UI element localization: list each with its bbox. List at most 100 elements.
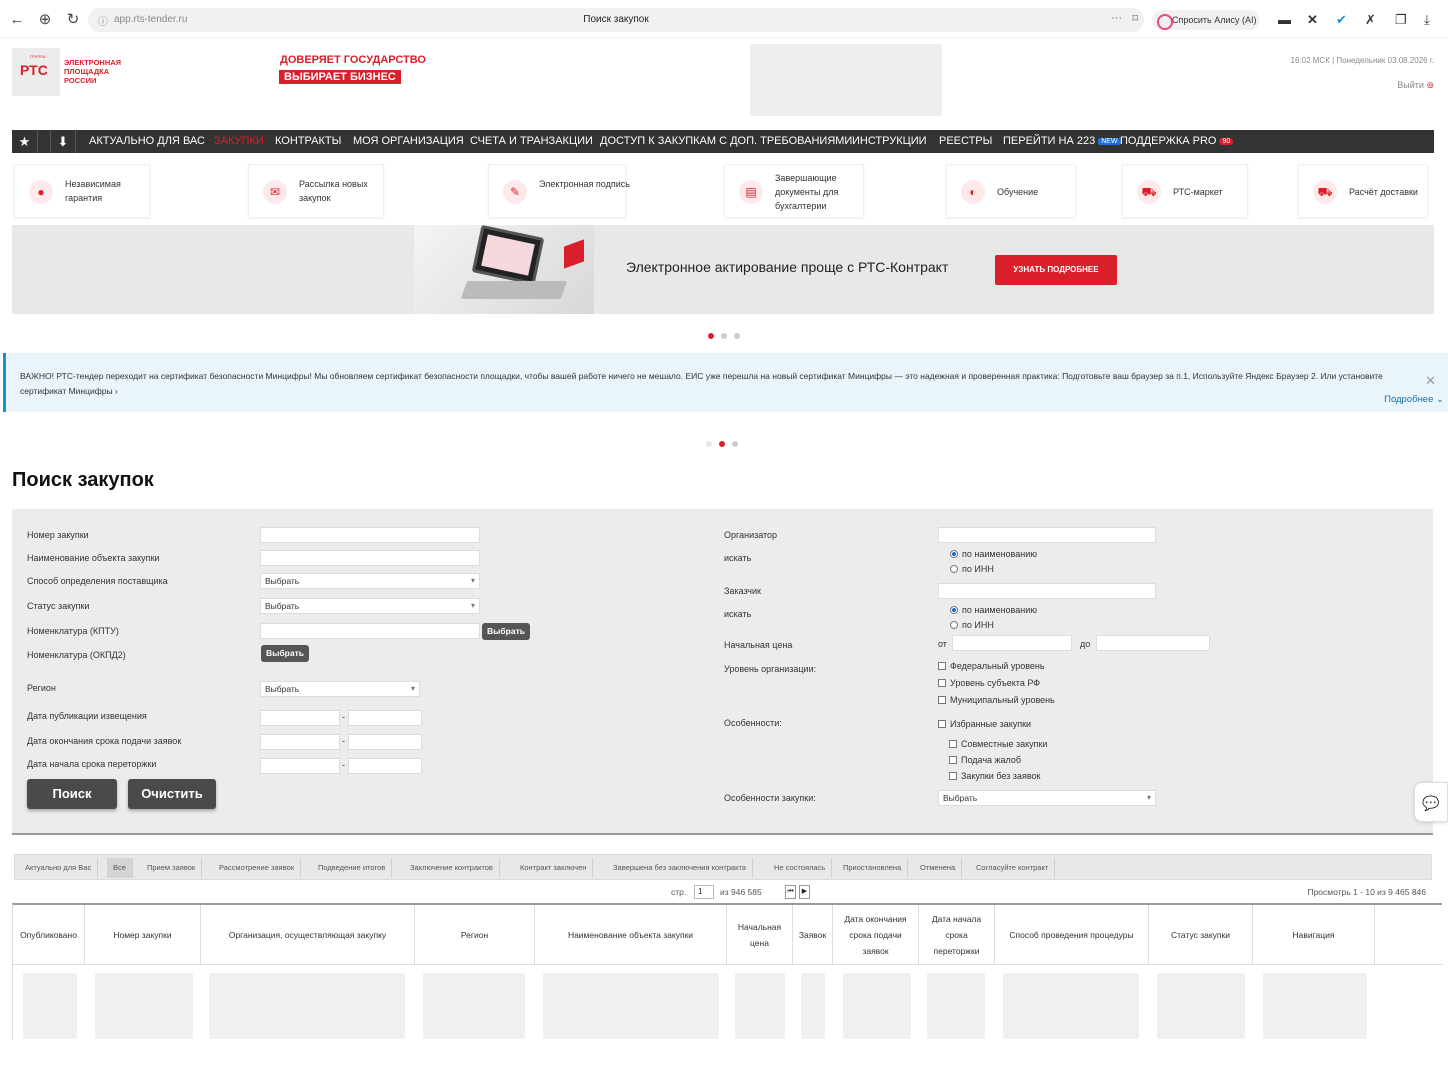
- more-icon[interactable]: ···: [1111, 12, 1122, 24]
- publish-date-from[interactable]: [260, 710, 340, 726]
- download-icon[interactable]: ⤓: [1424, 12, 1430, 28]
- customer-input[interactable]: [938, 583, 1156, 599]
- organizer-by-name-radio[interactable]: по наименованию: [950, 549, 1037, 559]
- organizer-input[interactable]: [938, 527, 1156, 543]
- col-number[interactable]: Номер закупки: [85, 905, 201, 965]
- municipal-level-checkbox[interactable]: Муниципальный уровень: [938, 695, 1055, 705]
- new-tab-icon[interactable]: ⊕: [36, 11, 54, 29]
- chat-icon[interactable]: 💬: [1414, 782, 1448, 822]
- object-name-input[interactable]: [260, 550, 480, 566]
- notice-more-link[interactable]: Подробнее ⌄: [1384, 394, 1444, 405]
- tab-review[interactable]: Рассмотрение заявок: [213, 858, 301, 878]
- col-object[interactable]: Наименование объекта закупки: [535, 905, 727, 965]
- bookmark-icon[interactable]: ⌑: [1132, 12, 1138, 25]
- rts-logo[interactable]: ГРУППА РТС: [12, 48, 60, 96]
- customer-by-name-radio[interactable]: по наименованию: [950, 605, 1037, 615]
- no-bids-checkbox[interactable]: Закупки без заявок: [949, 771, 1040, 781]
- tab-suspended[interactable]: Приостановлена: [837, 858, 909, 878]
- menu-go-223[interactable]: Перейти на 223 NEW: [1003, 135, 1121, 147]
- tab-approve-contract[interactable]: Согласуйте контракт: [970, 858, 1056, 878]
- extension-k-icon[interactable]: ✗: [1365, 12, 1376, 28]
- page-number-select[interactable]: 1: [694, 885, 714, 899]
- tab-actual[interactable]: Актуально для Вас: [19, 858, 99, 878]
- col-price[interactable]: Начальная цена: [727, 905, 793, 965]
- deadline-date-to[interactable]: [348, 734, 422, 750]
- kptu-choose-button[interactable]: Выбрать: [482, 623, 530, 640]
- menu-support-pro[interactable]: Поддержка PRO 90: [1120, 135, 1234, 147]
- service-rts-market[interactable]: ⛟ РТС-маркет: [1122, 164, 1248, 218]
- region-select[interactable]: Выбрать: [260, 681, 420, 697]
- tab-contract-signed[interactable]: Контракт заключен: [514, 858, 594, 878]
- loading-placeholder: [1157, 973, 1245, 1039]
- customer-by-inn-radio[interactable]: по ИНН: [950, 620, 994, 630]
- menu-registries[interactable]: Реестры: [939, 135, 992, 147]
- price-from-input[interactable]: [952, 635, 1072, 651]
- search-button[interactable]: Поиск: [27, 779, 117, 809]
- menu-access[interactable]: Доступ к закупкам с доп. требованиями: [600, 135, 852, 147]
- rebid-date-from[interactable]: [260, 758, 340, 774]
- clear-button[interactable]: Очистить: [128, 779, 216, 809]
- menu-actual[interactable]: Актуально для вас: [89, 135, 205, 147]
- publish-date-to[interactable]: [348, 710, 422, 726]
- col-deadline[interactable]: Дата окончания срока подачи заявок: [833, 905, 919, 965]
- service-guarantee[interactable]: ● Независимая гарантия: [14, 164, 150, 218]
- back-icon[interactable]: ←: [8, 11, 26, 29]
- service-training[interactable]: ◐ Обучение: [946, 164, 1076, 218]
- col-organization[interactable]: Организация, осуществляющая закупку: [201, 905, 415, 965]
- col-method[interactable]: Способ проведения процедуры: [995, 905, 1149, 965]
- tab-results[interactable]: Подведение итогов: [312, 858, 393, 878]
- col-status[interactable]: Статус закупки: [1149, 905, 1253, 965]
- menu-accounts[interactable]: Счета и транзакции: [470, 135, 593, 147]
- tab-all[interactable]: Все: [107, 858, 133, 878]
- tab-accepting[interactable]: Прием заявок: [141, 858, 203, 878]
- extension-x-icon[interactable]: ✕: [1307, 12, 1318, 28]
- tab-finished-no-contract[interactable]: Завершена без заключения контракта: [607, 858, 753, 878]
- cart-icon: ⛟: [1137, 180, 1161, 204]
- logout-link[interactable]: Выйти ⊚: [1397, 80, 1434, 91]
- status-select[interactable]: Выбрать: [260, 598, 480, 614]
- okpd2-choose-button[interactable]: Выбрать: [261, 645, 309, 662]
- col-published[interactable]: Опубликовано: [13, 905, 85, 965]
- deadline-date-from[interactable]: [260, 734, 340, 750]
- alice-button[interactable]: Спросить Алису (AI): [1152, 10, 1260, 30]
- col-navigation[interactable]: Навигация: [1253, 905, 1375, 965]
- service-mailing[interactable]: ✉ Рассылка новых закупок: [248, 164, 384, 218]
- extension-book-icon[interactable]: ❐: [1395, 12, 1407, 28]
- menu-purchases[interactable]: Закупки: [214, 135, 264, 147]
- service-documents[interactable]: ▤ Завершающие документы для бухгалтерии: [724, 164, 864, 218]
- address-bar[interactable]: ⓘ app.rts-tender.ru Поиск закупок ··· ⌑: [88, 8, 1144, 32]
- purchase-features-select[interactable]: Выбрать: [938, 790, 1156, 806]
- reload-icon[interactable]: ↻: [64, 11, 82, 29]
- supplier-method-select[interactable]: Выбрать: [260, 573, 480, 589]
- rebid-date-to[interactable]: [348, 758, 422, 774]
- banner-learn-more-button[interactable]: УЗНАТЬ ПОДРОБНЕЕ: [995, 255, 1117, 285]
- download-menu-icon[interactable]: ⬇: [50, 130, 76, 153]
- joint-purchases-checkbox[interactable]: Совместные закупки: [949, 739, 1047, 749]
- service-delivery[interactable]: ⛟ Расчёт доставки: [1298, 164, 1428, 218]
- organizer-by-inn-radio[interactable]: по ИНН: [950, 564, 994, 574]
- kptu-input[interactable]: [260, 623, 480, 639]
- first-page-icon[interactable]: ⏮: [785, 885, 796, 899]
- subject-level-checkbox[interactable]: Уровень субъекта РФ: [938, 678, 1040, 688]
- complaints-checkbox[interactable]: Подача жалоб: [949, 755, 1021, 765]
- purchase-number-input[interactable]: [260, 527, 480, 543]
- favorite-purchases-checkbox[interactable]: Избранные закупки: [938, 719, 1031, 729]
- close-icon[interactable]: ✕: [1425, 373, 1436, 389]
- service-signature[interactable]: ✎ Электронная подпись: [488, 164, 630, 218]
- promo-banner[interactable]: Электронное актирование проще с РТС-Конт…: [12, 224, 1434, 314]
- federal-level-checkbox[interactable]: Федеральный уровень: [938, 661, 1045, 671]
- menu-contracts[interactable]: Контракты: [275, 135, 341, 147]
- extension-icon[interactable]: ▬: [1278, 12, 1291, 28]
- tab-contracting[interactable]: Заключение контрактов: [404, 858, 500, 878]
- col-bids[interactable]: Заявок: [793, 905, 833, 965]
- star-icon[interactable]: ★: [12, 130, 38, 153]
- extension-check-icon[interactable]: ✔: [1336, 12, 1347, 28]
- next-page-icon[interactable]: ▶: [799, 885, 810, 899]
- tab-cancelled[interactable]: Отменена: [914, 858, 963, 878]
- price-to-input[interactable]: [1096, 635, 1210, 651]
- menu-my-organization[interactable]: Моя организация: [353, 135, 464, 147]
- col-rebid[interactable]: Дата начала срока переторжки: [919, 905, 995, 965]
- tab-failed[interactable]: Не состоялась: [768, 858, 833, 878]
- col-region[interactable]: Регион: [415, 905, 535, 965]
- menu-instructions[interactable]: Инструкции: [852, 135, 927, 147]
